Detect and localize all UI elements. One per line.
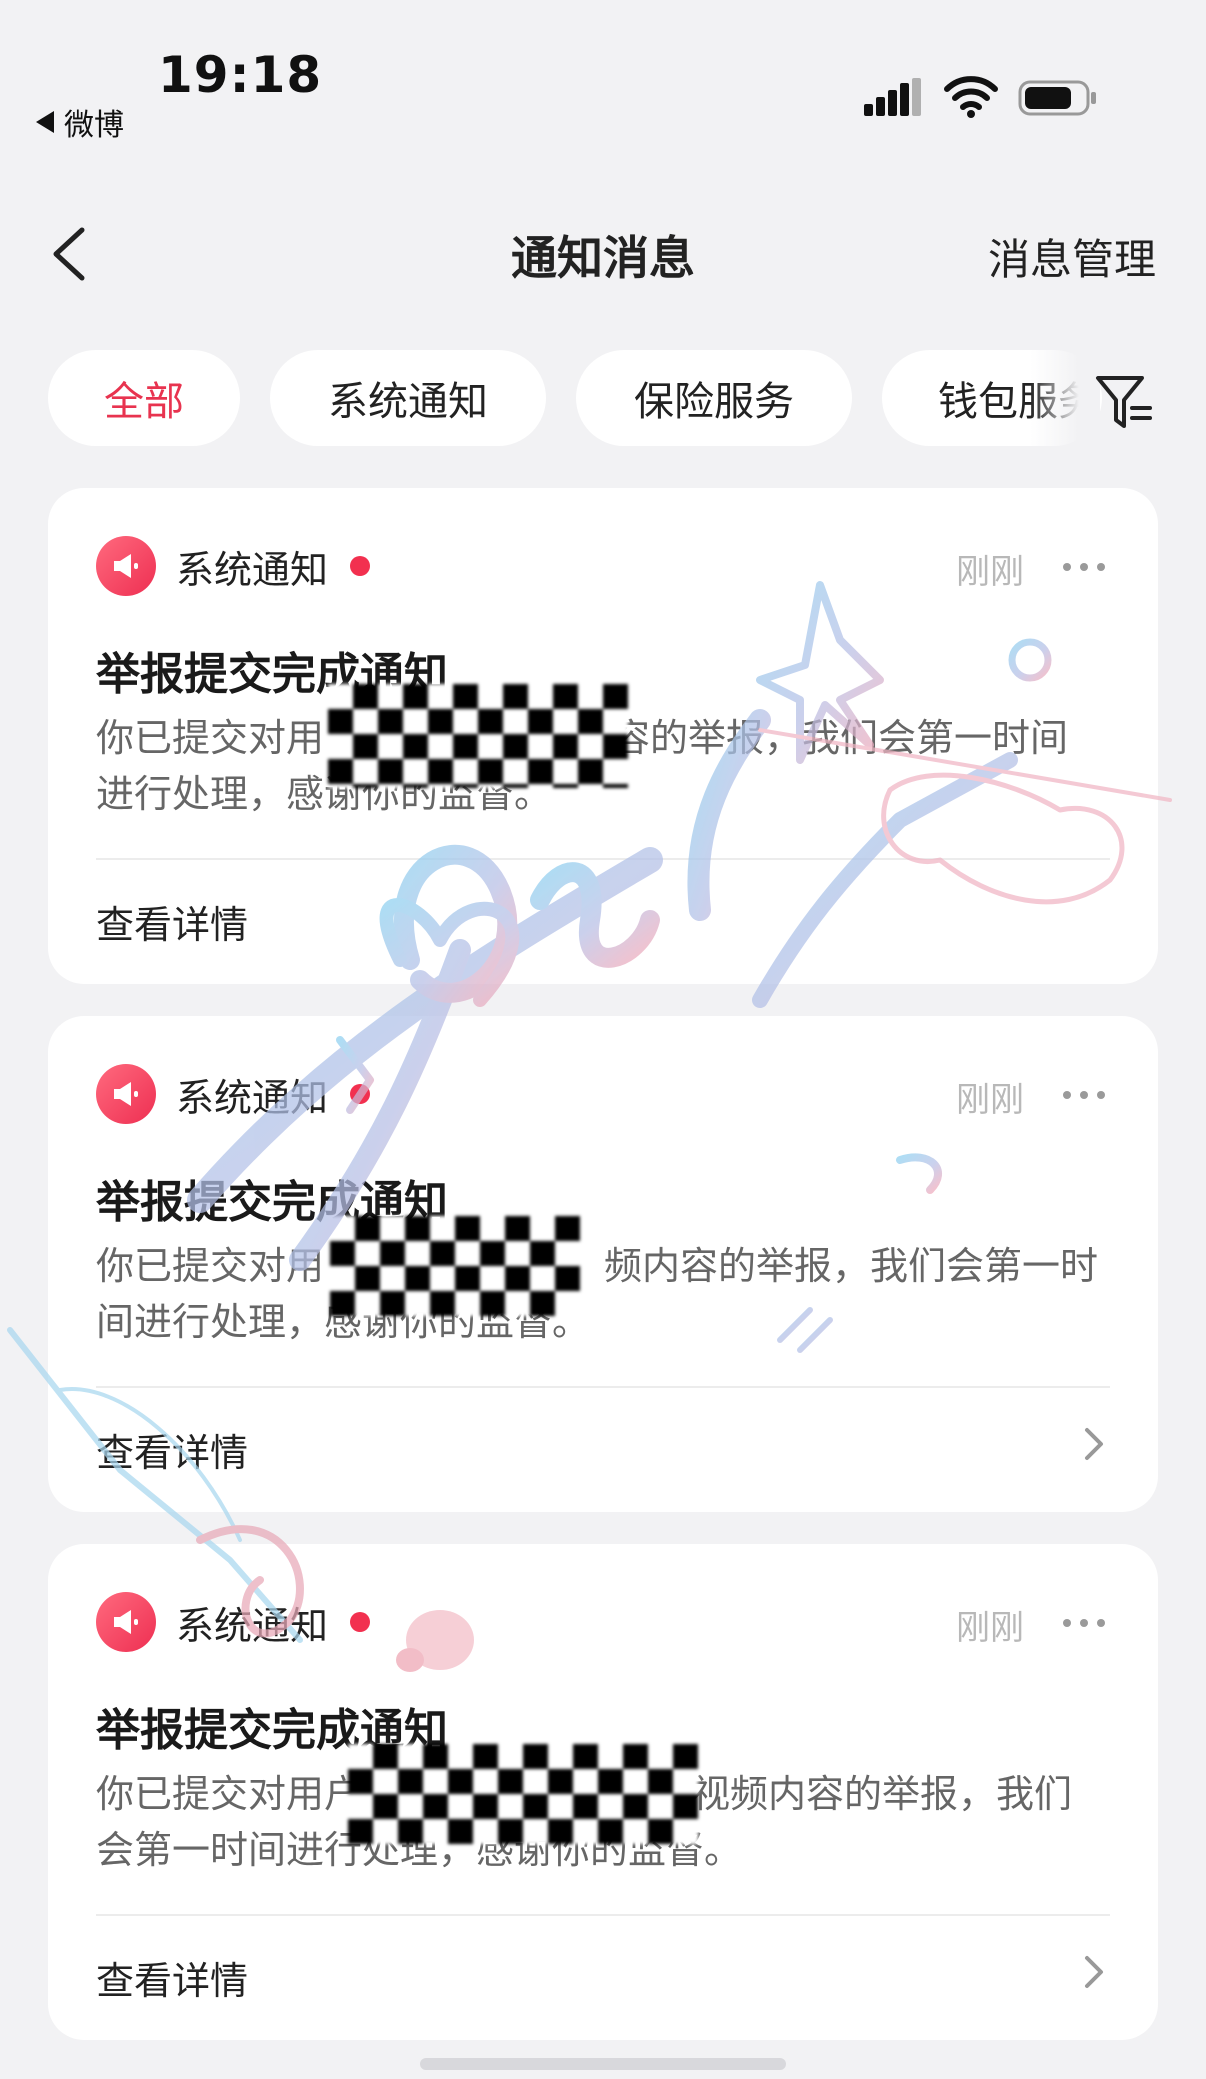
card-time: 刚刚 — [956, 1608, 1024, 1648]
megaphone-icon — [96, 1592, 156, 1652]
notification-screen: 19:18 微博 通知消息 消息管理 全部 系统通知 保险服务 钱包服务 系统通… — [0, 0, 1206, 2079]
back-triangle-icon — [36, 111, 54, 133]
redaction-mosaic — [328, 684, 628, 788]
notification-card[interactable]: 系统通知 刚刚 举报提交完成通知 你已提交对用 内容的举报，我们会第一时间进行处理… — [48, 488, 1158, 984]
card-time: 刚刚 — [956, 1080, 1024, 1120]
home-indicator — [420, 2058, 786, 2070]
card-body-prefix: 你已提交对用户 — [96, 1772, 363, 1816]
card-divider — [96, 1914, 1110, 1916]
card-time: 刚刚 — [956, 552, 1024, 592]
unread-dot — [350, 556, 371, 576]
chevron-right-icon — [1085, 1428, 1103, 1460]
more-icon[interactable] — [1062, 562, 1106, 572]
message-management-button[interactable]: 消息管理 — [988, 226, 1156, 287]
card-divider — [96, 858, 1110, 860]
card-body-prefix: 你已提交对用 — [96, 716, 325, 760]
notification-card[interactable]: 系统通知 刚刚 举报提交完成通知 你已提交对用 频内容的举报，我们会第一时间进行处… — [48, 1016, 1158, 1512]
megaphone-icon — [96, 536, 156, 596]
chevron-right-icon — [1085, 1956, 1103, 1988]
status-bar: 19:18 微博 — [0, 0, 1206, 150]
unread-dot — [350, 1084, 371, 1104]
card-header: 系统通知 — [96, 536, 371, 596]
redaction-mosaic — [330, 1216, 580, 1316]
back-app-label: 微博 — [64, 108, 124, 143]
nav-bar: 通知消息 消息管理 — [0, 200, 1206, 310]
filter-icon[interactable] — [1094, 372, 1154, 432]
card-body-prefix: 你已提交对用 — [96, 1244, 325, 1288]
more-icon[interactable] — [1062, 1618, 1106, 1628]
tab-all[interactable]: 全部 — [48, 350, 240, 446]
category-name: 系统通知 — [176, 1603, 329, 1648]
category-tabs: 全部 系统通知 保险服务 钱包服务 — [0, 350, 1206, 450]
card-divider — [96, 1386, 1110, 1388]
card-header: 系统通知 — [96, 1592, 371, 1652]
notification-card[interactable]: 系统通知 刚刚 举报提交完成通知 你已提交对用户 视频内容的举报，我们会第一时间进… — [48, 1544, 1158, 2040]
cellular-signal-icon — [864, 78, 921, 116]
view-details-link[interactable]: 查看详情 — [96, 894, 248, 949]
battery-icon — [1018, 80, 1096, 116]
wifi-icon — [944, 76, 998, 118]
card-body: 你已提交对用 频内容的举报，我们会第一时间进行处理，感谢你的监督。 — [96, 1238, 1106, 1350]
category-name: 系统通知 — [176, 1075, 329, 1120]
more-icon[interactable] — [1062, 1090, 1106, 1100]
megaphone-icon — [96, 1064, 156, 1124]
category-name: 系统通知 — [176, 547, 329, 592]
tabs-fade-overlay — [1030, 350, 1100, 450]
view-details-link[interactable]: 查看详情 — [96, 1950, 248, 2005]
card-header: 系统通知 — [96, 1064, 371, 1124]
view-details-link[interactable]: 查看详情 — [96, 1422, 248, 1477]
tab-system-notice[interactable]: 系统通知 — [270, 350, 546, 446]
back-to-app-link[interactable]: 微博 — [36, 100, 124, 144]
status-time: 19:18 — [158, 46, 323, 104]
redaction-mosaic — [348, 1744, 698, 1844]
unread-dot — [350, 1612, 371, 1632]
tab-insurance-service[interactable]: 保险服务 — [576, 350, 852, 446]
